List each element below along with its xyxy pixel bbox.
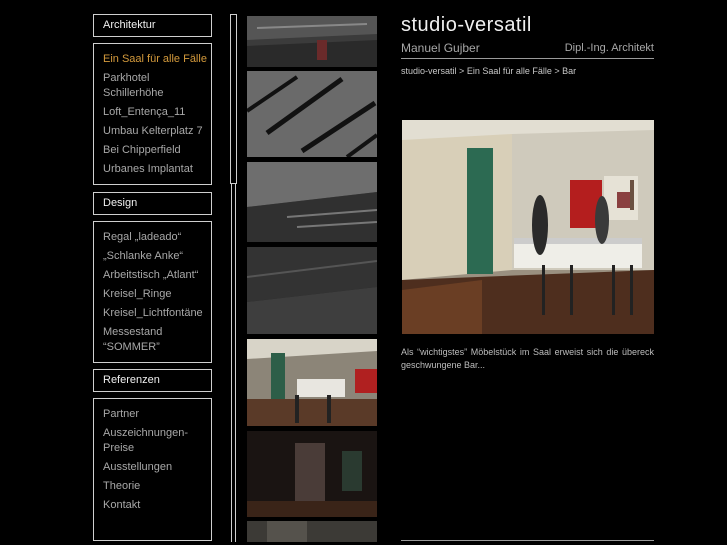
breadcrumb-root[interactable]: studio-versatil <box>401 66 457 76</box>
menu-item-schlanke-anke[interactable]: „Schlanke Anke“ <box>103 247 211 266</box>
menu-item-loft[interactable]: Loft_Entença_11 <box>103 103 211 122</box>
breadcrumb-separator: > <box>459 66 465 76</box>
menu-item-arbeitstisch[interactable]: Arbeitstisch „Atlant“ <box>103 266 211 285</box>
thumbnail-3[interactable] <box>247 162 377 242</box>
thumbnail-2[interactable] <box>247 71 377 157</box>
thumbnail-scrollbar-handle[interactable] <box>230 14 237 184</box>
thumb-ceiling-3-image <box>247 162 377 242</box>
thumb-ceiling-4-image <box>247 247 377 334</box>
menu-item-parkhotel[interactable]: Parkhotel Schillerhöhe <box>103 71 208 101</box>
thumbnail-6[interactable] <box>247 431 377 517</box>
menu-item-lichtfontaene[interactable]: Kreisel_Lichtfontäne <box>103 304 211 323</box>
menu-item-regal[interactable]: Regal „ladeado“ <box>103 228 211 247</box>
menu-item-implantat[interactable]: Urbanes Implantat <box>103 160 211 179</box>
author-role: Dipl.-Ing. Architekt <box>564 42 654 54</box>
menu-item-ein-saal[interactable]: Ein Saal für alle Fälle <box>103 50 211 69</box>
thumbnail-1[interactable] <box>247 16 377 67</box>
menu-item-kelterplatz[interactable]: Umbau Kelterplatz 7 <box>103 122 211 141</box>
main-photo <box>402 120 654 334</box>
thumb-partial-image <box>247 521 377 542</box>
breadcrumb-section[interactable]: Ein Saal für alle Fälle <box>467 66 552 76</box>
thumb-dark-room-image <box>247 431 377 517</box>
photo-caption: Als “wichtigstes” Möbelstück im Saal erw… <box>401 347 654 370</box>
section-header-design[interactable]: Design <box>93 192 212 215</box>
menu-item-theorie[interactable]: Theorie <box>103 477 211 496</box>
thumb-bar-image <box>247 339 377 426</box>
menu-item-chipperfield[interactable]: Bei Chipperfield <box>103 141 211 160</box>
menu-item-messestand[interactable]: Messestand “SOMMER” <box>103 325 208 355</box>
site-title[interactable]: studio-versatil <box>401 14 532 37</box>
footer-divider <box>401 540 654 541</box>
section-label: Referenzen <box>103 374 160 386</box>
menu-item-ausstellungen[interactable]: Ausstellungen <box>103 458 211 477</box>
menu-item-kontakt[interactable]: Kontakt <box>103 496 211 515</box>
thumbnail-5-active[interactable] <box>247 339 377 426</box>
menu-item-kreisel-ringe[interactable]: Kreisel_Ringe <box>103 285 211 304</box>
section-header-referenzen[interactable]: Referenzen <box>93 369 212 392</box>
thumbnail-4[interactable] <box>247 247 377 334</box>
menu-referenzen: Partner Auszeichnungen-Preise Ausstellun… <box>93 398 212 541</box>
section-header-architektur[interactable]: Architektur <box>93 14 212 37</box>
menu-item-auszeichnungen[interactable]: Auszeichnungen-Preise <box>103 426 208 456</box>
thumb-ceiling-1-image <box>247 16 377 67</box>
header-divider <box>401 58 654 59</box>
breadcrumb: studio-versatil > Ein Saal für alle Fäll… <box>401 66 576 76</box>
bar-photo-image <box>402 120 654 334</box>
menu-architektur: Ein Saal für alle Fälle Parkhotel Schill… <box>93 43 212 185</box>
section-label: Architektur <box>103 19 156 31</box>
menu-design: Regal „ladeado“ „Schlanke Anke“ Arbeitst… <box>93 221 212 363</box>
section-label: Design <box>103 197 138 209</box>
menu-item-partner[interactable]: Partner <box>103 405 211 424</box>
thumb-ceiling-2-image <box>247 71 377 157</box>
author-name: Manuel Gujber <box>401 41 480 55</box>
thumbnail-7[interactable] <box>247 521 377 542</box>
breadcrumb-separator: > <box>554 66 560 76</box>
breadcrumb-current: Bar <box>562 66 577 76</box>
